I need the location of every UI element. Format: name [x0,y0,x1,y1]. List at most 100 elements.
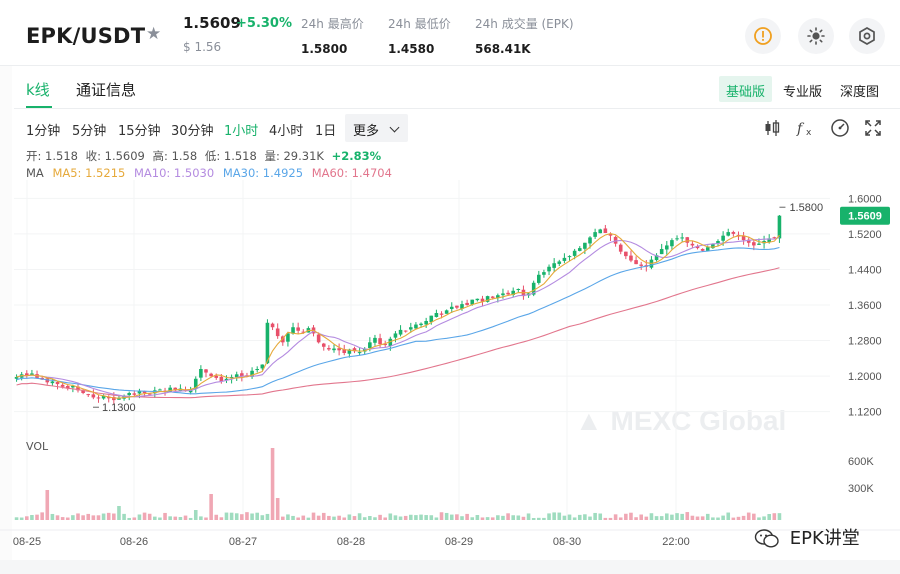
candle-body [583,242,587,249]
interval-1d[interactable]: 1日 [315,120,336,139]
x-tick-label: 08-28 [337,536,365,548]
volume-bar [163,512,167,520]
theme-button[interactable] [798,18,834,54]
interval-1m[interactable]: 1分钟 [26,120,60,139]
candle-body [547,266,551,272]
volume-bar [352,516,357,520]
stat-label: 24h 最低价 [388,17,451,31]
interval-4h[interactable]: 4小时 [269,120,303,139]
volume-bar [245,512,249,520]
info-icon [754,27,772,45]
volume-bar [65,517,70,520]
volume-bar [229,512,234,520]
volume-bar [511,515,515,520]
volume-bar [424,515,428,520]
ohlc-legend: 开: 1.518 收: 1.5609 高: 1.58 低: 1.518 量: 2… [26,148,385,164]
volume-bar [76,513,80,520]
gauge-icon[interactable] [830,118,850,138]
ma-label: MA [26,166,44,180]
candle-body [772,237,777,239]
volume-bar [132,517,137,520]
ohlc-low: 低: 1.518 [204,149,257,163]
volume-bar [465,513,469,520]
candle-body [96,397,101,399]
volume-bar [777,513,782,520]
tab-token-info[interactable]: 通证信息 [76,79,136,100]
info-button[interactable] [745,18,781,54]
interval-5m[interactable]: 5分钟 [72,120,106,139]
candle-body [542,272,546,275]
more-intervals-dropdown[interactable]: 更多 [345,114,408,142]
trading-pair[interactable]: EPK/USDT [26,24,145,48]
favorite-star-icon[interactable]: ★ [146,24,161,44]
volume-bar [296,517,300,520]
volume-bar [117,506,121,520]
settings-icon [859,27,875,45]
candle-body [204,369,208,373]
more-label: 更多 [353,124,380,139]
volume-bar [618,517,623,520]
kline-chart[interactable]: ▲ MEXC Global 1.6000 1.5200 1.4400 1.3600 1.2… [0,140,900,560]
ma60-line [16,267,780,399]
volume-bar [260,515,265,520]
volume-bar [122,513,126,520]
version-basic[interactable]: 基础版 [719,76,773,102]
ma-legend: MA MA5: 1.5215 MA10: 1.5030 MA30: 1.4925… [26,166,397,180]
candle-body [562,257,567,261]
version-pro[interactable]: 专业版 [776,76,829,102]
candle-body [357,352,362,354]
candle-body [618,244,623,252]
svg-text:x: x [806,128,812,138]
y-tick-label: 1.2800 [848,336,882,348]
volume-bar [608,517,613,520]
volume-bar [209,494,213,520]
candle-body [537,274,541,283]
tab-kline[interactable]: k线 [26,79,50,100]
candle-body [270,323,275,328]
volume-bar [485,517,490,520]
volume-bar [583,514,587,520]
volume-bar [101,513,106,520]
volume-bar [613,514,618,520]
candle-body [705,247,710,251]
candle-body [777,215,782,239]
y-tick-label: 1.3600 [848,300,882,312]
candle-body [414,324,418,329]
candle-body [393,333,398,338]
volume-bar [598,513,603,520]
candle-body [409,327,413,330]
volume-bar [301,515,306,520]
interval-15m[interactable]: 15分钟 [118,120,161,139]
candle-body [624,251,628,257]
candle-body [475,298,480,301]
volume-bar [137,514,142,520]
volume-bar [373,517,377,520]
volume-bar [158,517,162,520]
candle-body [132,393,137,395]
volume-bar [429,515,434,520]
price-change-pct: +5.30% [236,16,292,31]
candle-body [296,327,300,331]
y-tick-label: 1.5200 [848,229,882,241]
brightness-icon [807,27,825,45]
interval-30m[interactable]: 30分钟 [171,120,214,139]
fullscreen-icon[interactable] [863,118,883,138]
indicator-fx-icon[interactable]: f x [796,118,816,138]
interval-1h[interactable]: 1小时 [224,120,258,139]
x-tick-label: 08-30 [553,536,581,548]
volume-bar [142,512,147,520]
candle-type-icon[interactable] [762,118,782,138]
settings-button[interactable] [849,18,885,54]
volume-bar [772,513,777,520]
candle-body [444,310,449,314]
volume-bar [644,516,649,520]
version-depth[interactable]: 深度图 [833,76,886,102]
volume-bar [705,513,710,520]
candle-body [434,313,439,317]
volume-bar [250,513,254,520]
candle-body [368,342,372,348]
volume-bar [670,514,674,520]
volume-bar [332,516,336,520]
volume-bar [526,513,531,520]
candle-body [675,238,679,240]
